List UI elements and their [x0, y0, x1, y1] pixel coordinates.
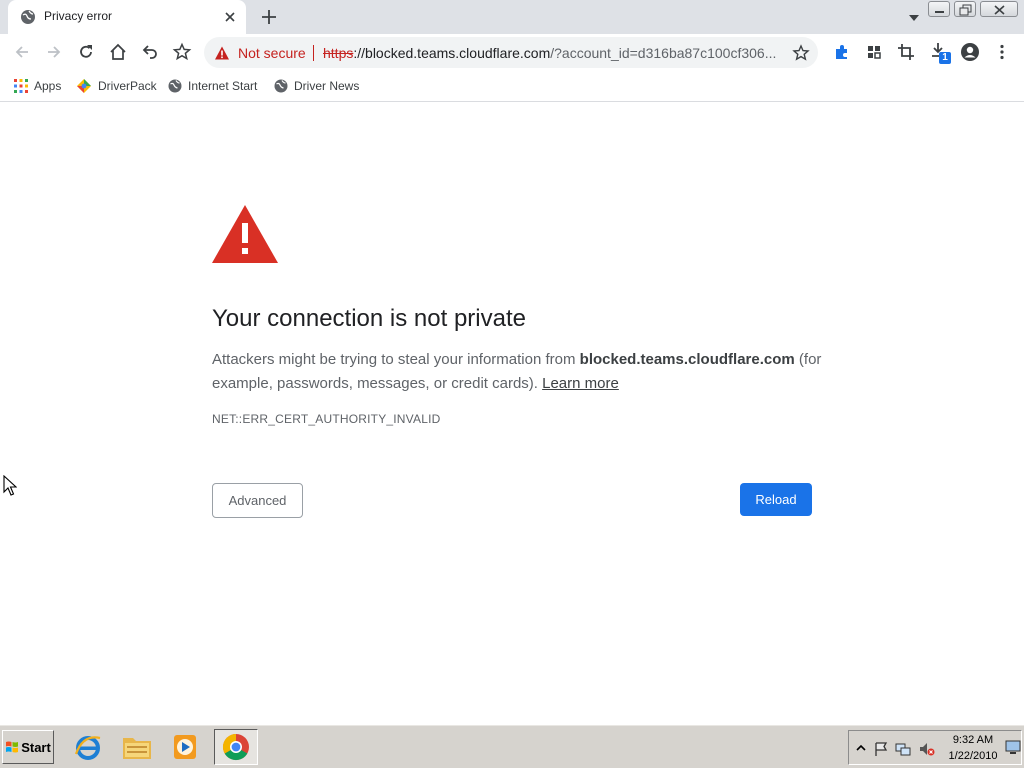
warning-icon[interactable]: [214, 45, 230, 61]
reload-button[interactable]: Reload: [740, 483, 812, 516]
close-window-icon: [994, 5, 1005, 15]
crop-icon[interactable]: [896, 42, 916, 62]
large-warning-icon: [212, 205, 278, 263]
description-prefix: Attackers might be trying to steal your …: [212, 351, 580, 368]
url-text[interactable]: https://blocked.teams.cloudflare.com/?ac…: [323, 45, 776, 61]
tab-grid-icon[interactable]: [864, 42, 884, 62]
forward-icon[interactable]: [44, 42, 64, 62]
bookmark-page-star-icon[interactable]: [792, 44, 810, 62]
minimize-icon: [935, 11, 944, 13]
start-button[interactable]: Start: [2, 730, 54, 764]
show-hidden-icons-icon[interactable]: [853, 741, 869, 757]
omnibox-separator: [313, 45, 314, 61]
folder-icon: [123, 738, 151, 759]
bookmark-star-icon[interactable]: [172, 42, 192, 62]
media-player-icon: [174, 735, 196, 759]
blocked-host: blocked.teams.cloudflare.com: [579, 351, 795, 368]
extensions-puzzle-icon[interactable]: [832, 42, 852, 62]
reload-icon[interactable]: [76, 42, 96, 62]
start-label: Start: [21, 739, 51, 755]
bookmark-driverpack[interactable]: DriverPack: [76, 77, 157, 95]
action-center-flag-icon[interactable]: [873, 741, 889, 757]
download-count-badge: 1: [942, 52, 948, 63]
bookmark-apps[interactable]: Apps: [14, 77, 61, 95]
globe-icon: [274, 79, 288, 93]
tab-privacy-error[interactable]: Privacy error: [8, 0, 246, 34]
restore-icon: [959, 4, 972, 16]
volume-muted-icon[interactable]: [919, 741, 935, 757]
taskbar-media-player[interactable]: [163, 729, 207, 765]
address-bar[interactable]: Not secure https://blocked.teams.cloudfl…: [204, 37, 818, 68]
url-host: ://blocked.teams.cloudflare.com: [353, 45, 551, 61]
taskbar: Start 9:32 AM 1/22/2010: [0, 724, 1024, 768]
globe-icon: [21, 10, 35, 24]
bookmark-label: Internet Start: [188, 79, 258, 93]
close-tab-icon[interactable]: [222, 9, 238, 25]
windows-logo-icon: [6, 741, 19, 753]
error-description: Attackers might be trying to steal your …: [212, 348, 832, 396]
bookmarks-bar: Apps DriverPack Internet Start Driver Ne…: [0, 71, 1024, 102]
url-scheme: https: [323, 45, 354, 61]
chrome-icon: [222, 733, 249, 761]
undo-icon[interactable]: [140, 42, 160, 62]
apps-grid-icon: [14, 79, 28, 93]
page-title: Your connection is not private: [212, 305, 526, 332]
profile-avatar-icon[interactable]: [960, 42, 980, 62]
show-desktop-icon[interactable]: [1005, 739, 1021, 755]
more-menu-icon[interactable]: [992, 42, 1012, 62]
clock-date[interactable]: 1/22/2010: [943, 750, 1003, 762]
taskbar-file-explorer[interactable]: [115, 729, 159, 765]
network-icon[interactable]: [895, 741, 911, 757]
bookmark-label: DriverPack: [98, 79, 157, 93]
minimize-button[interactable]: [928, 1, 950, 17]
bookmark-label: Driver News: [294, 79, 360, 93]
bookmark-internet-start[interactable]: Internet Start: [168, 77, 257, 95]
error-code: NET::ERR_CERT_AUTHORITY_INVALID: [212, 412, 441, 426]
downloads-button[interactable]: 1: [928, 40, 954, 66]
home-icon[interactable]: [108, 42, 128, 62]
new-tab-icon[interactable]: [258, 6, 280, 28]
mouse-cursor-icon: [3, 475, 17, 496]
taskbar-internet-explorer[interactable]: [66, 729, 110, 765]
internet-explorer-icon: [74, 736, 101, 760]
restore-button[interactable]: [954, 1, 976, 17]
tab-strip: Privacy error: [0, 0, 1024, 34]
bookmark-driver-news[interactable]: Driver News: [274, 77, 359, 95]
close-window-button[interactable]: [980, 1, 1018, 17]
clock-time[interactable]: 9:32 AM: [943, 734, 1003, 746]
bookmark-label: Apps: [34, 79, 62, 93]
browser-toolbar: Not secure https://blocked.teams.cloudfl…: [0, 34, 1024, 71]
tab-search-chevron-icon[interactable]: [906, 10, 922, 26]
globe-icon: [168, 79, 182, 93]
page-content: Your connection is not private Attackers…: [0, 102, 1024, 724]
url-path: /?account_id=d316ba87c100cf306...: [550, 45, 777, 61]
back-icon[interactable]: [12, 42, 32, 62]
driverpack-icon: [77, 79, 91, 93]
not-secure-label[interactable]: Not secure: [238, 45, 306, 61]
system-tray: 9:32 AM 1/22/2010: [848, 730, 1022, 765]
tab-title: Privacy error: [44, 9, 113, 23]
learn-more-link[interactable]: Learn more: [542, 375, 619, 392]
taskbar-chrome[interactable]: [214, 729, 258, 765]
advanced-button[interactable]: Advanced: [212, 483, 303, 518]
